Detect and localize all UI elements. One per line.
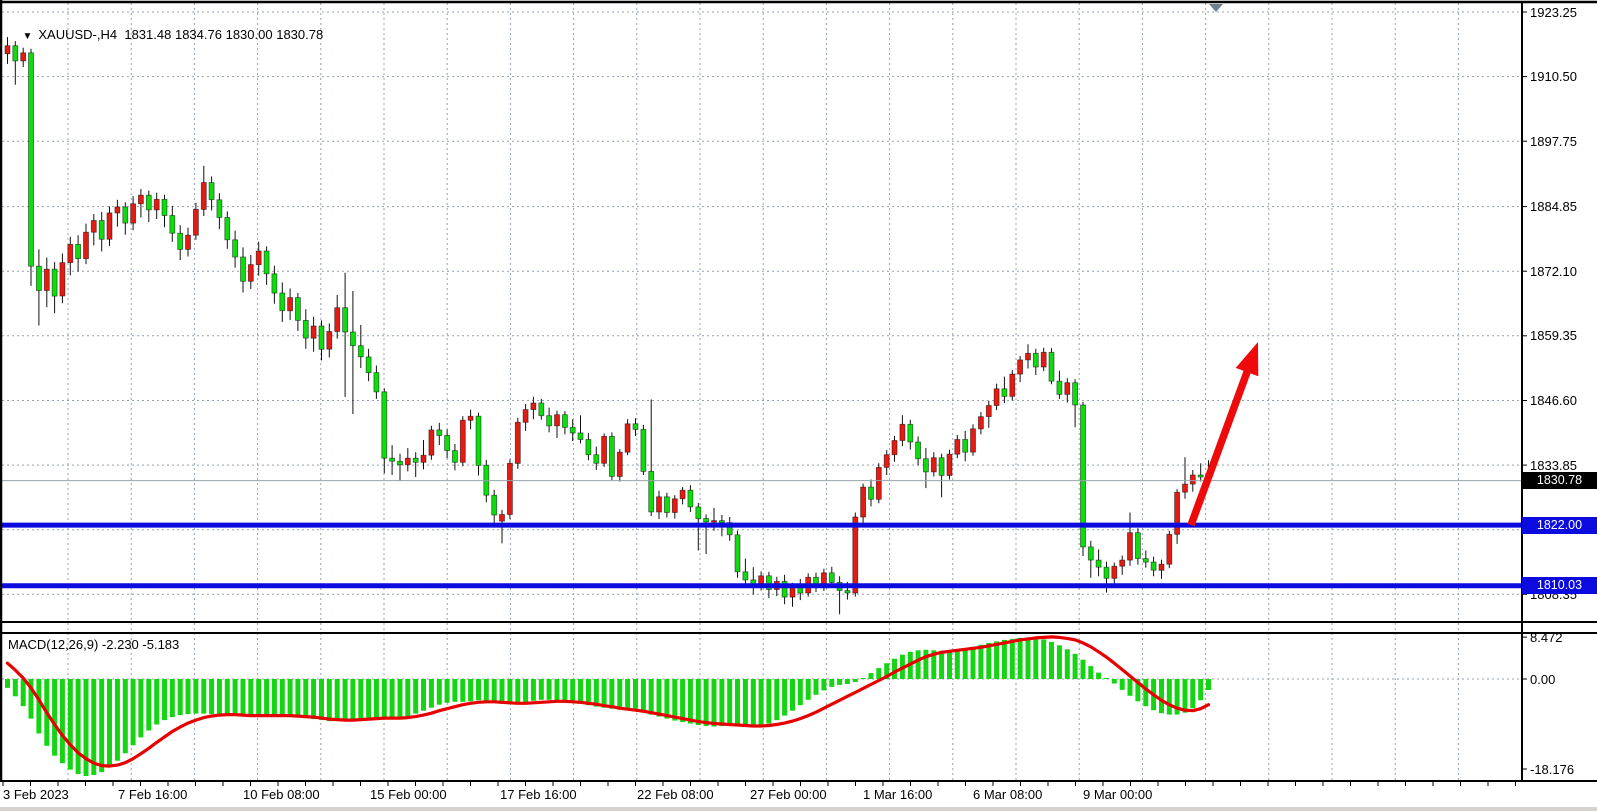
grid-layer — [2, 3, 1522, 781]
ohlc-open: 1831.48 — [124, 27, 171, 42]
time-axis-label: 7 Feb 16:00 — [118, 787, 187, 802]
macd-indicator-layer — [5, 637, 1211, 776]
chart-header: ▼ XAUUSD-,H4 1831.48 1834.76 1830.00 1830… — [8, 12, 323, 57]
symbol-dropdown-icon[interactable]: ▼ — [22, 31, 32, 42]
trend-arrow[interactable] — [1191, 342, 1258, 525]
chart-canvas[interactable] — [0, 0, 1597, 811]
symbol-period-label: XAUUSD-,H4 — [38, 27, 117, 42]
macd-axis-max-label: 8.472 — [1530, 630, 1594, 645]
time-axis-label: 17 Feb 16:00 — [500, 787, 577, 802]
price-axis-label: 1846.60 — [1530, 393, 1594, 408]
axis-ticks — [3, 12, 1527, 786]
price-axis-label: 1859.35 — [1530, 328, 1594, 343]
price-axis-label: 1884.85 — [1530, 199, 1594, 214]
time-axis-label: 15 Feb 00:00 — [370, 787, 447, 802]
price-axis-label: 1833.85 — [1530, 458, 1594, 473]
macd-axis-zero-label: 0.00 — [1530, 672, 1594, 687]
time-axis-label: 1 Mar 16:00 — [863, 787, 932, 802]
panel-borders — [0, 0, 1597, 781]
time-axis-label: 22 Feb 08:00 — [637, 787, 714, 802]
time-axis-label: 27 Feb 00:00 — [750, 787, 827, 802]
price-axis-label: 1910.50 — [1530, 69, 1594, 84]
time-axis-label: 3 Feb 2023 — [3, 787, 69, 802]
ohlc-high: 1834.76 — [175, 27, 222, 42]
ohlc-low: 1830.00 — [226, 27, 273, 42]
price-axis-label: 1872.10 — [1530, 264, 1594, 279]
ohlc-close: 1830.78 — [276, 27, 323, 42]
time-axis-label: 6 Mar 08:00 — [973, 787, 1042, 802]
macd-axis-min-label: -18.176 — [1530, 762, 1594, 777]
candles-layer — [5, 37, 1211, 614]
bid-price-badge: 1830.78 — [1522, 472, 1597, 489]
window-bottom-edge — [0, 807, 1597, 811]
price-axis-label: 1923.25 — [1530, 5, 1594, 20]
price-axis-label: 1897.75 — [1530, 134, 1594, 149]
time-axis-label: 10 Feb 08:00 — [243, 787, 320, 802]
level-price-badge-1822: 1822.00 — [1522, 517, 1597, 534]
chart-window: ▼ XAUUSD-,H4 1831.48 1834.76 1830.00 1830… — [0, 0, 1597, 811]
time-axis-label: 9 Mar 00:00 — [1083, 787, 1152, 802]
macd-indicator-label: MACD(12,26,9) -2.230 -5.183 — [8, 637, 179, 652]
level-price-badge-1810: 1810.03 — [1522, 577, 1597, 594]
chart-shift-marker-icon[interactable] — [1209, 4, 1223, 12]
